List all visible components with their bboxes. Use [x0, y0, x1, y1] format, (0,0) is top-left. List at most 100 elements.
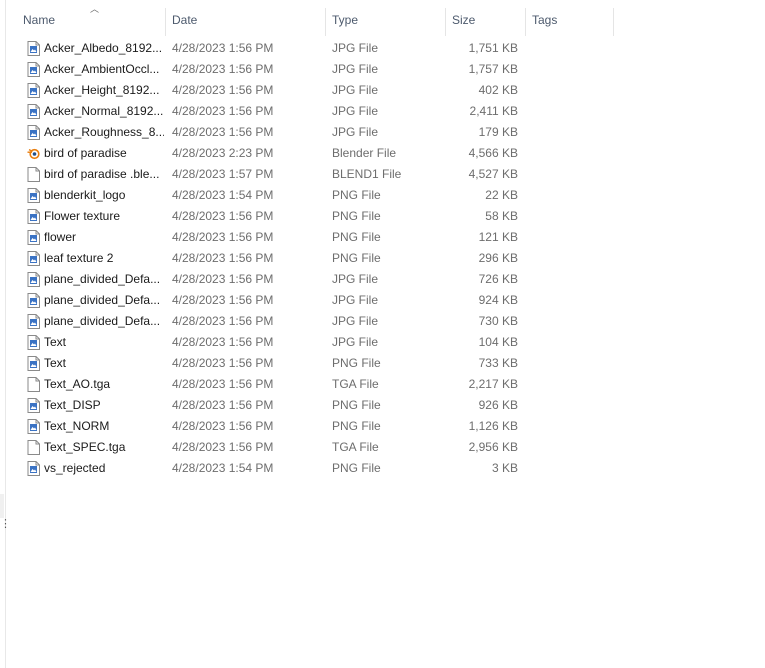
- image-file-icon: [27, 62, 40, 77]
- file-name: Text: [44, 335, 67, 349]
- file-row[interactable]: Text 4/28/2023 1:56 PM JPG File 104 KB: [0, 332, 765, 353]
- file-name: Flower texture: [44, 209, 121, 223]
- file-date: 4/28/2023 1:56 PM: [172, 293, 274, 307]
- file-type: JPG File: [332, 104, 379, 118]
- file-size: 104 KB: [478, 335, 518, 349]
- image-file-icon: [27, 419, 40, 434]
- generic-file-icon: [27, 440, 40, 455]
- file-row[interactable]: plane_divided_Defa... 4/28/2023 1:56 PM JP…: [0, 311, 765, 332]
- image-file-icon: [27, 461, 40, 476]
- file-date: 4/28/2023 1:56 PM: [172, 83, 274, 97]
- file-row[interactable]: Text_AO.tga 4/28/2023 1:56 PM TGA File 2,21…: [0, 374, 765, 395]
- file-row[interactable]: Text_DISP 4/28/2023 1:56 PM PNG File 926 KB: [0, 395, 765, 416]
- column-header-size[interactable]: Size: [452, 0, 524, 40]
- file-row[interactable]: Acker_Roughness_8... 4/28/2023 1:56 PM JPG…: [0, 122, 765, 143]
- file-row[interactable]: Acker_Albedo_8192... 4/28/2023 1:56 PM JPG…: [0, 38, 765, 59]
- grip-icon[interactable]: ⋮: [0, 519, 11, 540]
- file-name: bird of paradise: [44, 146, 127, 160]
- file-size: 121 KB: [478, 230, 518, 244]
- column-divider[interactable]: [613, 8, 614, 36]
- file-size: 926 KB: [478, 398, 518, 412]
- file-date: 4/28/2023 2:23 PM: [172, 146, 274, 160]
- file-row[interactable]: plane_divided_Defa... 4/28/2023 1:56 PM JP…: [0, 269, 765, 290]
- file-name: leaf texture 2: [44, 251, 114, 265]
- file-name: Acker_Height_8192...: [44, 83, 160, 97]
- column-header-tags-label: Tags: [532, 13, 558, 27]
- file-row[interactable]: plane_divided_Defa... 4/28/2023 1:56 PM JP…: [0, 290, 765, 311]
- column-header-date[interactable]: Date: [172, 0, 322, 40]
- file-size: 1,126 KB: [468, 419, 518, 433]
- file-row[interactable]: Acker_Normal_8192... 4/28/2023 1:56 PM JPG…: [0, 101, 765, 122]
- file-name: Acker_AmbientOccl...: [44, 62, 160, 76]
- file-explorer-pane: ⋮ ︿ Name Date Type Size Tags Acker_Alb: [0, 0, 765, 668]
- image-file-icon: [27, 356, 40, 371]
- file-date: 4/28/2023 1:56 PM: [172, 272, 274, 286]
- file-row[interactable]: bird of paradise 4/28/2023 2:23 PM Blender…: [0, 143, 765, 164]
- file-date: 4/28/2023 1:57 PM: [172, 167, 274, 181]
- file-row[interactable]: leaf texture 2 4/28/2023 1:56 PM PNG File 2…: [0, 248, 765, 269]
- file-size: 4,566 KB: [468, 146, 518, 160]
- file-type: JPG File: [332, 293, 379, 307]
- file-type: JPG File: [332, 314, 379, 328]
- file-name: vs_rejected: [44, 461, 106, 475]
- image-file-icon: [27, 83, 40, 98]
- file-name: bird of paradise .ble...: [44, 167, 160, 181]
- column-header-type[interactable]: Type: [332, 0, 442, 40]
- file-name: plane_divided_Defa...: [44, 314, 161, 328]
- file-size: 1,751 KB: [468, 41, 518, 55]
- file-size: 2,411 KB: [469, 104, 518, 118]
- file-row[interactable]: Acker_Height_8192... 4/28/2023 1:56 PM JPG…: [0, 80, 765, 101]
- file-name: blenderkit_logo: [44, 188, 126, 202]
- column-header-name[interactable]: Name: [23, 0, 163, 40]
- column-header-row: ︿ Name Date Type Size Tags: [6, 0, 765, 40]
- file-row[interactable]: Flower texture 4/28/2023 1:56 PM PNG File 5…: [0, 206, 765, 227]
- image-file-icon: [27, 251, 40, 266]
- image-file-icon: [27, 188, 40, 203]
- file-size: 733 KB: [478, 356, 518, 370]
- pane-resize-handle[interactable]: [0, 494, 4, 518]
- file-row[interactable]: Text_NORM 4/28/2023 1:56 PM PNG File 1,126 …: [0, 416, 765, 437]
- image-file-icon: [27, 293, 40, 308]
- column-divider[interactable]: [525, 8, 526, 36]
- file-type: Blender File: [332, 146, 397, 160]
- file-name: Acker_Roughness_8...: [44, 125, 164, 139]
- file-date: 4/28/2023 1:56 PM: [172, 251, 274, 265]
- file-date: 4/28/2023 1:56 PM: [172, 419, 274, 433]
- file-date: 4/28/2023 1:54 PM: [172, 188, 274, 202]
- file-size: 179 KB: [478, 125, 518, 139]
- file-row[interactable]: flower 4/28/2023 1:56 PM PNG File 121 KB: [0, 227, 765, 248]
- file-date: 4/28/2023 1:56 PM: [172, 356, 274, 370]
- image-file-icon: [27, 272, 40, 287]
- file-row[interactable]: bird of paradise .ble... 4/28/2023 1:57 P…: [0, 164, 765, 185]
- file-name: Text_NORM: [44, 419, 110, 433]
- file-size: 730 KB: [478, 314, 518, 328]
- column-divider[interactable]: [165, 8, 166, 36]
- file-name: plane_divided_Defa...: [44, 293, 161, 307]
- file-row[interactable]: blenderkit_logo 4/28/2023 1:54 PM PNG File…: [0, 185, 765, 206]
- file-size: 4,527 KB: [468, 167, 518, 181]
- column-header-type-label: Type: [332, 13, 359, 27]
- column-header-tags[interactable]: Tags: [532, 0, 612, 40]
- file-type: PNG File: [332, 188, 381, 202]
- file-type: PNG File: [332, 209, 381, 223]
- file-type: JPG File: [332, 125, 379, 139]
- file-type: PNG File: [332, 398, 381, 412]
- file-size: 402 KB: [478, 83, 518, 97]
- file-date: 4/28/2023 1:56 PM: [172, 62, 274, 76]
- image-file-icon: [27, 104, 40, 119]
- file-date: 4/28/2023 1:56 PM: [172, 314, 274, 328]
- file-row[interactable]: Text_SPEC.tga 4/28/2023 1:56 PM TGA File 2,…: [0, 437, 765, 458]
- file-date: 4/28/2023 1:56 PM: [172, 104, 274, 118]
- file-row[interactable]: vs_rejected 4/28/2023 1:54 PM PNG File 3 KB: [0, 458, 765, 479]
- image-file-icon: [27, 314, 40, 329]
- file-row[interactable]: Acker_AmbientOccl... 4/28/2023 1:56 PM JPG…: [0, 59, 765, 80]
- column-divider[interactable]: [325, 8, 326, 36]
- column-divider[interactable]: [445, 8, 446, 36]
- generic-file-icon: [27, 167, 40, 182]
- file-name: Acker_Normal_8192...: [44, 104, 164, 118]
- file-row[interactable]: Text 4/28/2023 1:56 PM PNG File 733 KB: [0, 353, 765, 374]
- file-date: 4/28/2023 1:56 PM: [172, 335, 274, 349]
- file-size: 2,217 KB: [468, 377, 518, 391]
- file-type: BLEND1 File: [332, 167, 402, 181]
- image-file-icon: [27, 335, 40, 350]
